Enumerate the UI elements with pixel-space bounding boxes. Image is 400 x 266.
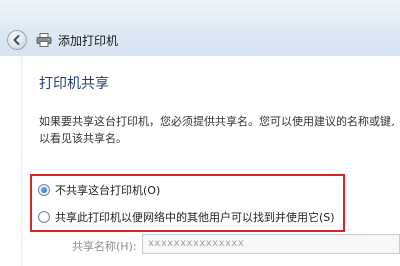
back-arrow-icon <box>13 35 20 45</box>
share-name-input[interactable]: xxxxxxxxxxxxxxx <box>142 234 400 254</box>
no-share-option[interactable]: 不共享这台打印机(O) <box>38 182 160 198</box>
title-bar: 添加打印机 <box>0 0 400 56</box>
description-line: 以看见该共享名。 <box>39 132 127 145</box>
share-name-label: 共享名称(H): <box>72 240 137 253</box>
description-text: 如果要共享这台打印机，您必须提供共享名。您可以使用建议的名称或键入一 以看见该共… <box>39 113 394 147</box>
printer-icon <box>36 33 52 47</box>
no-share-radio[interactable] <box>38 184 50 196</box>
wizard-content: 打印机共享 如果要共享这台打印机，您必须提供共享名。您可以使用建议的名称或键入一… <box>0 56 400 266</box>
share-label[interactable]: 共享此打印机以便网络中的其他用户可以找到并使用它(S) <box>55 209 335 225</box>
back-button[interactable] <box>7 30 27 50</box>
left-margin <box>0 56 22 266</box>
share-radio[interactable] <box>38 211 50 223</box>
description-line: 如果要共享这台打印机，您必须提供共享名。您可以使用建议的名称或键入一 <box>39 115 394 128</box>
window-title: 添加打印机 <box>58 34 119 48</box>
no-share-label[interactable]: 不共享这台打印机(O) <box>55 182 160 198</box>
share-option[interactable]: 共享此打印机以便网络中的其他用户可以找到并使用它(S) <box>38 209 335 225</box>
page-title: 打印机共享 <box>39 76 109 92</box>
